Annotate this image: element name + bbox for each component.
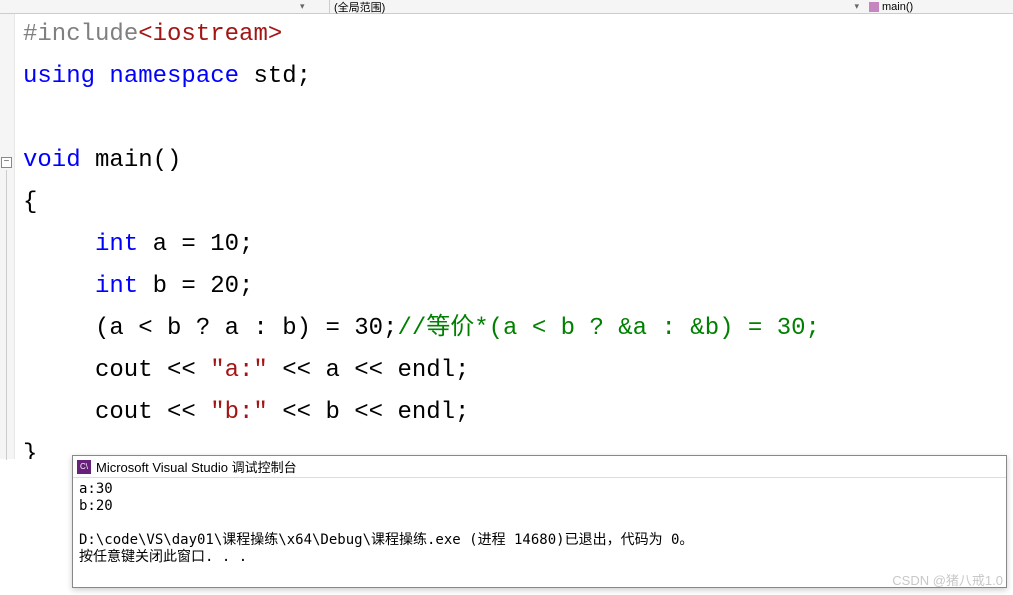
code-text: a = 10; — [138, 231, 253, 258]
cube-icon — [869, 2, 879, 12]
code-line[interactable]: (a < b ? a : b) = 30;//等价*(a < b ? &a : … — [23, 308, 1013, 350]
keyword: namespace — [109, 63, 239, 90]
code-text: main() — [81, 147, 182, 174]
string-literal: "a:" — [210, 357, 268, 384]
code-line[interactable]: using namespace std; — [23, 56, 1013, 98]
code-editor[interactable]: − #include<iostream> using namespace std… — [0, 14, 1013, 459]
function-label: main() — [882, 1, 913, 13]
comment: //等价*(a < b ? &a : &b) = 30; — [397, 315, 819, 342]
code-line[interactable]: int a = 10; — [23, 224, 1013, 266]
scope-mid-section[interactable]: (全局范围) ▾ — [330, 0, 863, 15]
fold-guide — [6, 170, 7, 460]
code-line[interactable]: int b = 20; — [23, 266, 1013, 308]
code-line-active[interactable]: cout << "b:" << b << endl; — [23, 392, 1013, 434]
code-text: << b << endl; — [268, 399, 470, 426]
console-titlebar[interactable]: C\ Microsoft Visual Studio 调试控制台 — [73, 456, 1006, 478]
output-line: 按任意键关闭此窗口. . . — [79, 549, 247, 565]
include-directive: #include — [23, 21, 138, 48]
fold-toggle-icon[interactable]: − — [1, 157, 12, 168]
dropdown-arrow-icon[interactable]: ▾ — [300, 1, 305, 12]
watermark: CSDN @猪八戒1.0 — [892, 570, 1003, 589]
code-line[interactable] — [23, 98, 1013, 140]
console-title-text: Microsoft Visual Studio 调试控制台 — [96, 457, 297, 476]
scope-label: (全局范围) — [334, 0, 385, 15]
code-line[interactable]: #include<iostream> — [23, 14, 1013, 56]
gutter: − — [0, 14, 15, 459]
code-line[interactable]: cout << "a:" << a << endl; — [23, 350, 1013, 392]
output-line: b:20 — [79, 498, 113, 514]
output-line: D:\code\VS\day01\课程操练\x64\Debug\课程操练.exe… — [79, 532, 693, 548]
scope-left-section[interactable]: ▾ — [0, 0, 330, 13]
dropdown-arrow-icon[interactable]: ▾ — [854, 1, 859, 12]
code-text: cout << — [95, 399, 210, 426]
code-text: cout << — [95, 357, 210, 384]
keyword: int — [95, 273, 138, 300]
code-text: << a << endl; — [268, 357, 470, 384]
scope-bar: ▾ (全局范围) ▾ main() — [0, 0, 1013, 14]
code-text: std; — [239, 63, 311, 90]
code-text: { — [23, 189, 37, 216]
code-line[interactable]: void main() — [23, 140, 1013, 182]
keyword: void — [23, 147, 81, 174]
debug-console-window: C\ Microsoft Visual Studio 调试控制台 a:30 b:… — [72, 455, 1007, 588]
vs-icon: C\ — [77, 460, 91, 474]
code-line[interactable]: { — [23, 182, 1013, 224]
scope-right-section[interactable]: main() — [863, 1, 1013, 13]
include-header: <iostream> — [138, 21, 282, 48]
string-literal: "b:" — [210, 399, 268, 426]
code-text: } — [23, 441, 37, 459]
code-text: b = 20; — [138, 273, 253, 300]
keyword: int — [95, 231, 138, 258]
code-text: (a < b ? a : b) = 30; — [95, 315, 397, 342]
code-content[interactable]: #include<iostream> using namespace std; … — [15, 14, 1013, 459]
output-line: a:30 — [79, 481, 113, 497]
keyword: using — [23, 63, 95, 90]
console-output[interactable]: a:30 b:20 D:\code\VS\day01\课程操练\x64\Debu… — [73, 478, 1006, 569]
